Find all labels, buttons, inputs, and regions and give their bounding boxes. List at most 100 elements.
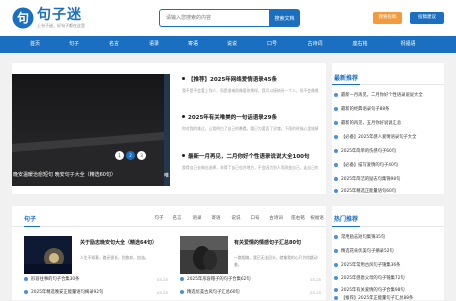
sidebar-item[interactable]: 常用励志短句集锦35句: [334, 234, 385, 240]
search-button[interactable]: 搜索文档: [269, 9, 300, 27]
title-underline: [24, 225, 40, 227]
sidebar-item[interactable]: 2025年简洁的励志句集锦98句: [334, 176, 400, 182]
sidebar-item[interactable]: 2025年感恩父母的句子锦集72句: [334, 275, 405, 281]
headline-1-excerpt: 我不是不会爱上别人，而是很难再像爱你那样，我可以接纳另一个人，但不会像曾经爱你那…: [182, 88, 318, 93]
sidebar-item[interactable]: 最新的经典语录句子88条: [334, 106, 389, 112]
bullet-icon: [180, 290, 184, 294]
next-slide-caption: 唯: [164, 173, 170, 179]
nav-item-home[interactable]: 首页: [30, 36, 40, 53]
sidebar-item[interactable]: 【必备】2025年感人爱情语录句子大全: [334, 134, 416, 140]
card-text-1: 人生不如意，路还很长，别放弃，加油。: [80, 255, 149, 260]
title-underline: [332, 83, 360, 85]
slide-caption[interactable]: 晚安温暖治愈短句 晚安句子大全（精选60句）: [12, 164, 164, 186]
night-scene-image: [24, 236, 72, 274]
tag-mottos[interactable]: 座右铭: [291, 215, 305, 221]
nav-item-quotes[interactable]: 名言: [109, 36, 119, 53]
sidebar-item[interactable]: 【必备】描写爱情的句子40句: [334, 162, 398, 168]
sentences-panel-title: 句子: [24, 216, 37, 223]
submit-button[interactable]: 我要投稿: [373, 12, 402, 24]
nav-item-blessings[interactable]: 祝福语: [400, 36, 415, 53]
tag-sentences[interactable]: 句子: [155, 215, 164, 221]
next-slide-preview[interactable]: 唯: [164, 74, 170, 186]
bullet-icon: [334, 276, 338, 280]
headline-3[interactable]: 最新一月再见，二月你好个性语录说说大全100句: [182, 152, 309, 160]
card-text-2: 一路相随，我已无法回头，就像我的心只为你跳动着。: [234, 255, 318, 267]
slider-dot-2[interactable]: 2: [126, 151, 135, 160]
bullet-icon: [24, 277, 28, 281]
logo-subtitle: 上句子迷，好句子都在这里: [37, 22, 85, 28]
list-item[interactable]: 2025年形容帽子的句子合集62句: [180, 276, 251, 282]
sidebar-item[interactable]: 2025年简单的伤感句子60句: [334, 148, 396, 154]
logo-title: 句子迷: [37, 6, 82, 23]
bullet-icon: [334, 288, 338, 292]
search-bar: 搜索文档: [159, 9, 300, 27]
headline-2[interactable]: 2025年有关唯美的一句话语录29条: [182, 113, 277, 121]
list-item[interactable]: 2025年精选晚安正能量语句摘录92句: [24, 289, 103, 295]
bullet-icon: [334, 163, 338, 167]
nav-item-slogans[interactable]: 口号: [267, 36, 277, 53]
sidebar-item[interactable]: 2025年精选正能量语句60句: [334, 188, 396, 194]
headline-2-excerpt: 你对我的难过，让我明白了自己的愚蠢，我已为爱丢了灵魂。下雨的时候心里放晴，想念你…: [182, 126, 318, 131]
bullet-icon: [334, 93, 338, 97]
bullet-icon: [334, 107, 338, 111]
sidebar-item[interactable]: 2025年常用古风句子锦集36条: [334, 262, 400, 268]
card-image-1[interactable]: [24, 236, 72, 274]
sidebar-item[interactable]: 精选花朵优美句子摘录52句: [334, 248, 394, 254]
bullet-icon: [334, 149, 338, 153]
bullet-icon: [334, 189, 338, 193]
site-logo[interactable]: 句 句子迷 上句子迷，好句子都在这里: [12, 6, 85, 30]
hot-sidebar-title: 热门推荐: [334, 216, 359, 223]
bullet-icon: [182, 154, 185, 157]
title-underline: [332, 225, 360, 227]
main-nav: 首页 句子 名言 语录 寄语 说说 口号 古诗词 座右铭 祝福语: [0, 36, 456, 53]
bullet-icon: [24, 290, 28, 294]
tag-messages[interactable]: 寄语: [212, 215, 221, 221]
card-title-1[interactable]: 关于励志晚安句大全（精选64句）: [80, 240, 166, 247]
bullet-icon: [182, 115, 185, 118]
list-item[interactable]: 精选优美古风句子汇总60句: [180, 289, 240, 295]
nav-item-sayings[interactable]: 语录: [149, 36, 159, 53]
bullet-icon: [334, 263, 338, 267]
nav-item-mottos[interactable]: 座右铭: [352, 36, 367, 53]
bullet-icon: [334, 235, 338, 239]
bullet-icon: [182, 77, 185, 80]
card-image-2[interactable]: [180, 236, 228, 274]
bullet-icon: [334, 296, 338, 300]
sidebar-item[interactable]: 2025年有关爱情的句子合集98句: [334, 287, 405, 293]
couple-image: [180, 236, 228, 274]
list-item-date: 03-25: [157, 290, 169, 295]
tag-blessings[interactable]: 祝福语: [310, 215, 324, 221]
card-title-2[interactable]: 有关爱情的情感句子汇总80句: [234, 240, 320, 247]
search-input[interactable]: [159, 9, 269, 27]
latest-sidebar-title: 最新推荐: [334, 75, 359, 82]
slider-dot-1[interactable]: 1: [115, 151, 124, 160]
bullet-icon: [334, 249, 338, 253]
bullet-icon: [334, 121, 338, 125]
nav-item-shuoshuo[interactable]: 说说: [227, 36, 237, 53]
headline-3-excerpt: 我得自己去做出选择，非得了自己也许地方，不会因为别人而改变自己，走自己的路。: [182, 165, 318, 170]
bullet-icon: [180, 277, 184, 281]
tag-sayings[interactable]: 语录: [193, 215, 202, 221]
suggestion-button[interactable]: 投稿建议: [410, 12, 444, 24]
list-item-date: 03-25: [157, 277, 169, 282]
nav-item-sentences[interactable]: 句子: [69, 36, 79, 53]
nav-item-messages[interactable]: 寄语: [188, 36, 198, 53]
logo-icon-char: 句: [17, 10, 29, 25]
list-item-date: 03-25: [310, 290, 322, 295]
tag-poetry[interactable]: 古诗词: [269, 215, 283, 221]
slider-dot-3[interactable]: 3: [137, 151, 146, 160]
tag-shuoshuo[interactable]: 说说: [232, 215, 241, 221]
bullet-icon: [334, 135, 338, 139]
sidebar-item[interactable]: 【推荐】2025年正能量句子汇总88条: [334, 295, 413, 301]
nav-item-poetry[interactable]: 古诗词: [307, 36, 322, 53]
bullet-icon: [334, 177, 338, 181]
headline-1[interactable]: 【推荐】2025年网络爱情语录45条: [182, 75, 277, 83]
tag-slogans[interactable]: 口号: [251, 215, 260, 221]
sidebar-item[interactable]: 最新一月再见，二月你好个性语录说说大全: [334, 92, 423, 98]
list-item-date: 03-25: [310, 277, 322, 282]
list-item[interactable]: 形容往事的句子合集30条: [24, 276, 79, 282]
tag-quotes[interactable]: 名言: [173, 215, 182, 221]
divider: [12, 226, 326, 227]
logo-icon: 句: [12, 7, 34, 29]
sidebar-item[interactable]: 最新的再见，五月你好说说汇总: [334, 120, 401, 126]
